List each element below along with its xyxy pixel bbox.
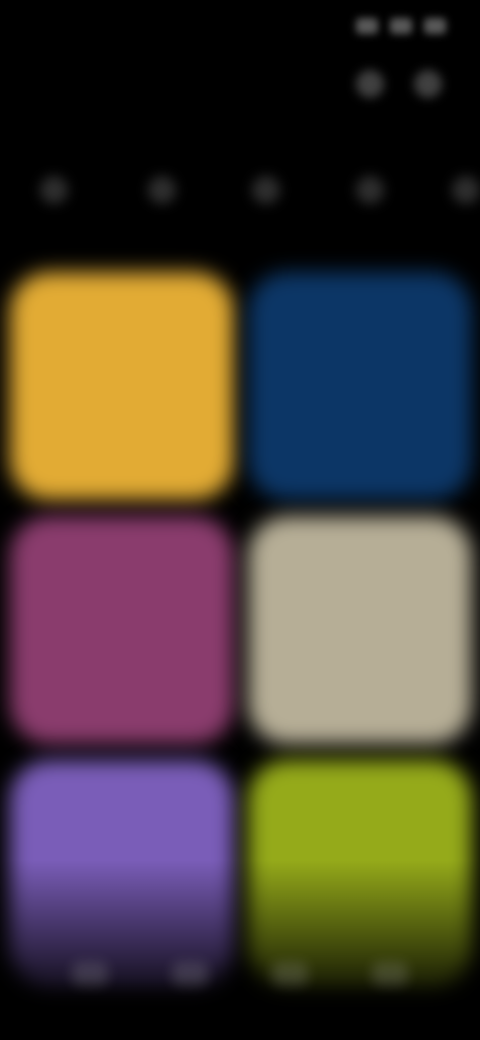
search-icon[interactable] [356, 70, 384, 98]
tile-beige[interactable] [248, 516, 472, 744]
header-actions [356, 70, 442, 98]
tab-icon-5[interactable] [452, 176, 480, 204]
battery-icon [424, 18, 446, 34]
system-icons [356, 18, 446, 34]
nav-icon-2[interactable] [172, 962, 208, 986]
tab-icon-4[interactable] [356, 176, 384, 204]
status-bar [0, 0, 480, 60]
nav-icon-1[interactable] [72, 962, 108, 986]
tile-blue[interactable] [248, 272, 472, 500]
tile-yellow[interactable] [10, 272, 234, 500]
nav-icon-4[interactable] [372, 962, 408, 986]
tab-icon-3[interactable] [252, 176, 280, 204]
tab-icon-1[interactable] [40, 176, 68, 204]
category-tabs [0, 170, 480, 214]
bottom-nav [0, 940, 480, 1010]
tab-icon-2[interactable] [148, 176, 176, 204]
page-title [28, 68, 128, 104]
status-time [34, 14, 114, 40]
app-header [0, 60, 480, 120]
signal-icon [356, 18, 378, 34]
wifi-icon [390, 18, 412, 34]
tile-magenta[interactable] [10, 516, 234, 744]
nav-icon-3[interactable] [272, 962, 308, 986]
more-icon[interactable] [414, 70, 442, 98]
